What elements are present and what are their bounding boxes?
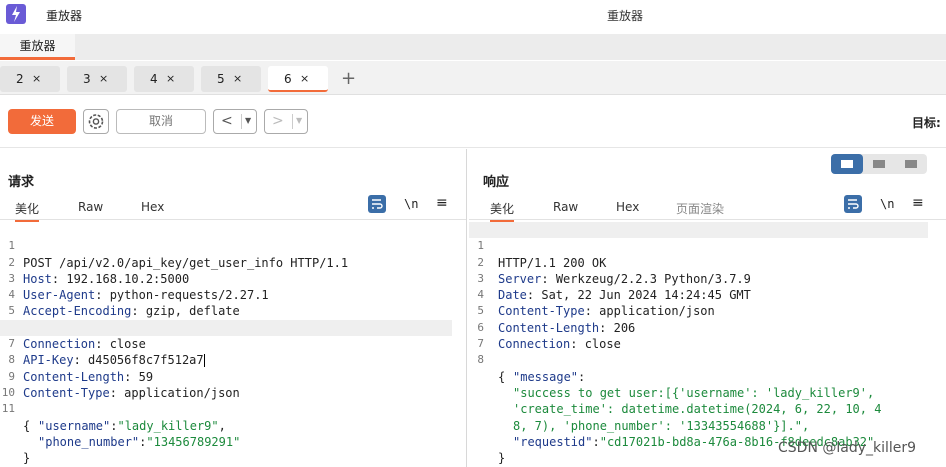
settings-button[interactable] — [83, 109, 109, 134]
request-tab-2[interactable]: 2 × — [0, 66, 60, 92]
tab-label: 6 — [284, 72, 292, 86]
tab-hex[interactable]: Hex — [141, 200, 164, 214]
chevron-left-icon: < — [221, 113, 233, 129]
code-line: 5 Content-Length: 206 — [477, 304, 636, 335]
code-line: "message": — [513, 369, 586, 384]
chevron-down-icon[interactable]: ▼ — [296, 116, 302, 125]
tab-render[interactable]: 页面渲染 — [676, 200, 724, 217]
split-horizontal-icon[interactable] — [831, 154, 863, 174]
code-line: "username":"lady_killer9", — [38, 418, 226, 433]
code-line: 11 { — [1, 402, 31, 433]
code-line: 9 Content-Type: application/json — [8, 369, 240, 400]
code-line: 6 Connection: close — [8, 321, 146, 352]
code-line: 3 User-Agent: python-requests/2.27.1 — [8, 271, 269, 303]
request-title: 请求 — [8, 175, 35, 190]
request-pane: 请求 美化 Raw Hex \n ≡ 1 POST /api/v2.0/api_… — [0, 149, 467, 467]
code-line: 8 Content-Length: 59 — [8, 353, 154, 384]
close-icon[interactable]: × — [99, 66, 108, 92]
layout-toggle — [831, 154, 927, 174]
chevron-right-icon: > — [272, 113, 284, 129]
code-line: 8, 7), 'phone_number': '13343554688'}]."… — [469, 401, 946, 433]
tab-label: 5 — [217, 72, 225, 86]
close-icon[interactable]: × — [166, 66, 175, 92]
cancel-button[interactable]: 取消 — [116, 109, 206, 134]
tab-pretty[interactable]: 美化 — [15, 200, 40, 222]
split-vertical-icon[interactable] — [863, 154, 895, 174]
lightning-logo-icon — [6, 4, 26, 24]
response-editor[interactable]: 1 HTTP/1.1 200 OK 2 Server: Werkzeug/2.2… — [469, 222, 946, 466]
request-tab-bar: 2 × 3 × 4 × 5 × 6 × + — [0, 61, 946, 95]
forward-button[interactable]: > ▼ — [264, 109, 308, 134]
tab-pretty[interactable]: 美化 — [490, 200, 515, 222]
request-tab-6[interactable]: 6 × — [268, 66, 328, 92]
back-button[interactable]: < ▼ — [213, 109, 257, 134]
code-line: 10 — [1, 385, 15, 399]
code-line-highlighted: 1 HTTP/1.1 200 OK — [469, 222, 928, 270]
close-icon[interactable]: × — [233, 66, 242, 92]
newline-toggle[interactable]: \n — [404, 197, 418, 211]
close-icon[interactable]: × — [300, 66, 309, 92]
gear-icon — [88, 114, 104, 129]
code-line: 7 — [477, 337, 484, 351]
module-tab-bar: 重放器 — [0, 34, 946, 60]
add-tab-icon[interactable]: + — [341, 70, 356, 88]
title-bar: 重放器 重放器 — [0, 0, 946, 30]
code-line: 2 Host: 192.168.10.2:5000 — [8, 255, 190, 286]
app-name: 重放器 — [46, 9, 83, 23]
menu-icon[interactable]: ≡ — [912, 195, 924, 211]
response-pane: 响应 美化 Raw Hex 页面渲染 \n ≡ 1 HTTP/1.1 200 O… — [469, 149, 946, 467]
close-icon[interactable]: × — [32, 66, 41, 92]
window-title: 重放器 — [607, 9, 644, 23]
tab-raw[interactable]: Raw — [78, 200, 103, 214]
send-button[interactable]: 发送 — [8, 109, 76, 134]
tab-label: 2 — [16, 72, 24, 86]
request-tab-5[interactable]: 5 × — [201, 66, 261, 92]
tab-hex[interactable]: Hex — [616, 200, 639, 214]
target-label: 目标: — [912, 116, 941, 130]
wrap-lines-icon[interactable] — [844, 195, 862, 213]
code-line: 4 Accept-Encoding: gzip, deflate — [8, 288, 240, 319]
tab-label: 4 — [150, 72, 158, 86]
response-title: 响应 — [483, 175, 510, 190]
code-line: 3 Date: Sat, 22 Jun 2024 14:24:45 GMT — [477, 271, 751, 303]
code-line: } — [23, 451, 31, 466]
response-subtabs: 美化 Raw Hex 页面渲染 \n ≡ — [469, 195, 946, 222]
code-line-highlighted: 7 API-Key: d45056f8c7f512a7 — [0, 319, 452, 368]
code-line: 6 Connection: close — [477, 320, 621, 352]
menu-icon[interactable]: ≡ — [436, 195, 448, 211]
request-editor[interactable]: 1 POST /api/v2.0/api_key/get_user_info H… — [0, 222, 466, 466]
tab-repeater[interactable]: 重放器 — [0, 34, 75, 60]
code-line: 8 { — [477, 353, 506, 384]
code-line: "success to get user:[{'username': 'lady… — [469, 369, 946, 400]
code-line: "phone_number":"13456789291" — [38, 434, 241, 449]
newline-toggle[interactable]: \n — [880, 197, 894, 211]
code-line: 5 Accept: */* — [0, 287, 466, 334]
request-tab-4[interactable]: 4 × — [134, 66, 194, 92]
single-pane-icon[interactable] — [895, 154, 927, 174]
code-line: "requestid":"cd17021b-bd8a-476a-8b16-f8d… — [513, 434, 875, 449]
request-tab-3[interactable]: 3 × — [67, 66, 127, 92]
request-subtabs: 美化 Raw Hex \n ≡ — [0, 195, 466, 222]
watermark: CSDN @lady_killer9 — [778, 440, 917, 456]
tab-raw[interactable]: Raw — [553, 200, 578, 214]
code-line: 'create_time': datetime.datetime(2024, 6… — [469, 385, 946, 416]
tab-label: 3 — [83, 72, 91, 86]
chevron-down-icon[interactable]: ▼ — [245, 116, 251, 125]
wrap-lines-icon[interactable] — [368, 195, 386, 213]
toolbar: 发送 取消 < ▼ > ▼ 目标: — [0, 96, 946, 148]
code-line: 1 POST /api/v2.0/api_key/get_user_info H… — [8, 239, 349, 270]
code-line: 4 Content-Type: application/json — [477, 288, 715, 319]
code-line: 2 Server: Werkzeug/2.2.3 Python/3.7.9 — [477, 255, 751, 286]
